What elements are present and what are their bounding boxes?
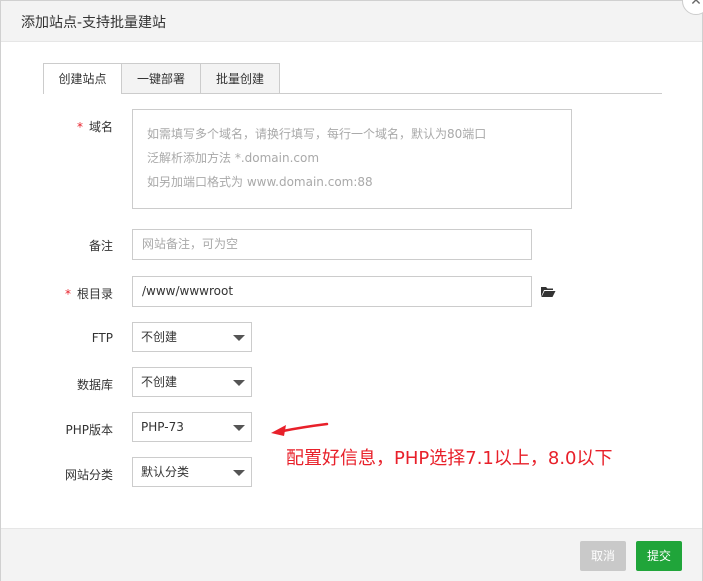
annotation-text: 配置好信息，PHP选择7.1以上，8.0以下 bbox=[286, 448, 613, 469]
tab-bar: 创建站点 一键部署 批量创建 bbox=[43, 63, 662, 94]
required-mark: * bbox=[64, 287, 71, 301]
root-dir-input[interactable]: /www/wwwroot bbox=[132, 276, 532, 307]
root-dir-label: * 根目录 bbox=[41, 285, 113, 302]
php-version-select-value: PHP-73 bbox=[141, 420, 184, 434]
database-label: 数据库 bbox=[76, 378, 113, 392]
ftp-select[interactable]: 不创建 bbox=[132, 322, 252, 352]
tab-create-site[interactable]: 创建站点 bbox=[43, 63, 122, 94]
php-version-select[interactable]: PHP-73 bbox=[132, 412, 252, 442]
remark-input[interactable]: 网站备注，可为空 bbox=[132, 229, 532, 260]
site-category-select-value: 默认分类 bbox=[141, 465, 190, 479]
database-select-value: 不创建 bbox=[141, 375, 178, 389]
dialog-title: 添加站点-支持批量建站 bbox=[21, 15, 167, 31]
cancel-button[interactable]: 取消 bbox=[580, 541, 626, 571]
domain-placeholder-line: 泛解析添加方法 *.domain.com bbox=[147, 151, 320, 165]
database-select[interactable]: 不创建 bbox=[132, 367, 252, 397]
tab-label: 创建站点 bbox=[58, 72, 107, 86]
chevron-down-icon bbox=[233, 380, 245, 386]
domain-placeholder-line: 如另加端口格式为 www.domain.com:88 bbox=[147, 175, 373, 189]
submit-button[interactable]: 提交 bbox=[636, 541, 682, 571]
remark-label: 备注 bbox=[88, 239, 113, 253]
tab-label: 一键部署 bbox=[136, 72, 185, 86]
tab-one-click-deploy[interactable]: 一键部署 bbox=[121, 63, 201, 93]
required-mark: * bbox=[76, 120, 83, 134]
domain-label: * 域名 bbox=[41, 118, 113, 135]
folder-open-icon[interactable] bbox=[540, 285, 556, 298]
domain-placeholder-line: 如需填写多个域名，请换行填写，每行一个域名，默认为80端口 bbox=[147, 127, 487, 141]
chevron-down-icon bbox=[233, 335, 245, 341]
site-category-select[interactable]: 默认分类 bbox=[132, 457, 252, 487]
root-dir-label-text: 根目录 bbox=[76, 287, 113, 301]
add-site-dialog: 添加站点-支持批量建站 ✕ 创建站点 一键部署 批量创建 * 域名 如需填写多个域… bbox=[0, 0, 703, 581]
tab-batch-create[interactable]: 批量创建 bbox=[200, 63, 280, 93]
domain-textarea[interactable]: 如需填写多个域名，请换行填写，每行一个域名，默认为80端口 泛解析添加方法 *.… bbox=[132, 109, 572, 209]
chevron-down-icon bbox=[233, 470, 245, 476]
dialog-footer: 取消 提交 bbox=[1, 528, 702, 581]
dialog-title-bar: 添加站点-支持批量建站 bbox=[1, 1, 702, 42]
annotation-arrow-icon bbox=[271, 422, 329, 436]
chevron-down-icon bbox=[233, 425, 245, 431]
php-version-label: PHP版本 bbox=[65, 423, 114, 437]
ftp-select-value: 不创建 bbox=[141, 330, 178, 344]
site-category-label: 网站分类 bbox=[64, 468, 113, 482]
domain-label-text: 域名 bbox=[88, 120, 113, 134]
ftp-label: FTP bbox=[91, 331, 113, 345]
tab-label: 批量创建 bbox=[215, 72, 264, 86]
